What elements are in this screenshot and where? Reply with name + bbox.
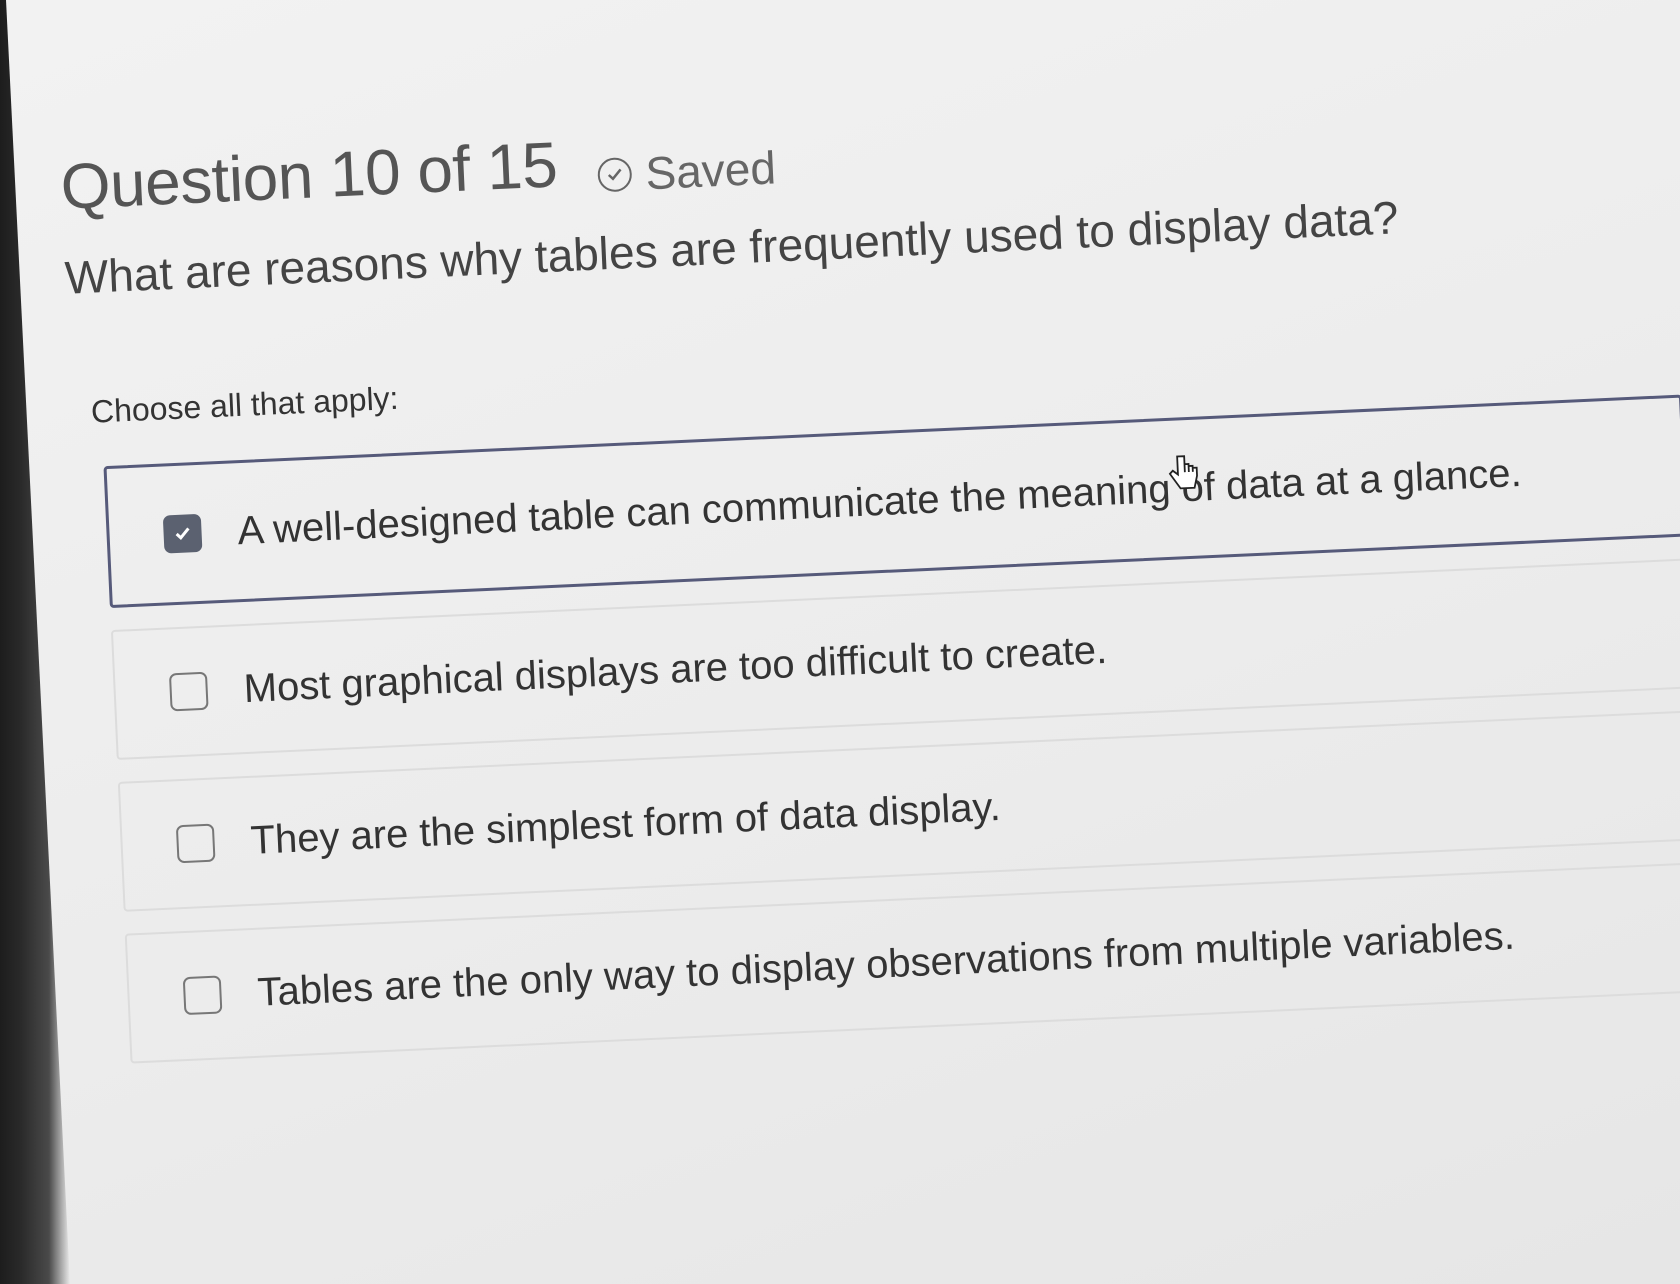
hand-cursor-icon bbox=[1168, 455, 1198, 490]
checkmark-icon bbox=[175, 527, 190, 540]
checkbox-unchecked[interactable] bbox=[175, 823, 216, 864]
answer-option-label: Most graphical displays are too difficul… bbox=[242, 627, 1108, 711]
checkbox-unchecked[interactable] bbox=[182, 975, 223, 1016]
answer-option-label: Tables are the only way to display obser… bbox=[256, 913, 1516, 1015]
question-counter: Question 10 of 15 bbox=[59, 128, 559, 223]
checkbox-unchecked[interactable] bbox=[168, 671, 209, 712]
screen: Question 10 of 15 Saved What are reasons… bbox=[0, 0, 1680, 1284]
answer-options: A well-designed table can communicate th… bbox=[103, 391, 1680, 1064]
saved-label: Saved bbox=[644, 141, 777, 200]
answer-option-label: A well-designed table can communicate th… bbox=[236, 450, 1523, 553]
monitor-bezel bbox=[0, 0, 70, 1284]
check-circle-icon bbox=[596, 156, 633, 193]
quiz-content: Question 10 of 15 Saved What are reasons… bbox=[55, 0, 1680, 1065]
saved-status: Saved bbox=[596, 140, 777, 202]
checkbox-checked[interactable] bbox=[162, 513, 203, 554]
answer-option-label: They are the simplest form of data displ… bbox=[249, 784, 1002, 863]
